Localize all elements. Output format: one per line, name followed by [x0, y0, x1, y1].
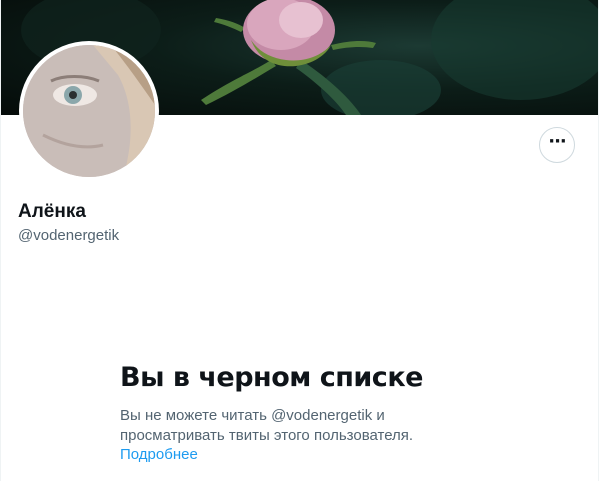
- learn-more-link[interactable]: Подробнее: [120, 446, 198, 463]
- avatar-image: [23, 45, 155, 177]
- more-button[interactable]: ···: [539, 127, 575, 163]
- blocked-message: Вы не можете читать @vodenergetik и прос…: [120, 407, 414, 444]
- avatar[interactable]: [19, 41, 159, 181]
- display-name: Алёнка: [18, 201, 86, 222]
- more-horizontal-icon: ···: [548, 131, 566, 152]
- blocked-title: Вы в черном списке: [120, 362, 423, 393]
- username: @vodenergetik: [18, 227, 120, 244]
